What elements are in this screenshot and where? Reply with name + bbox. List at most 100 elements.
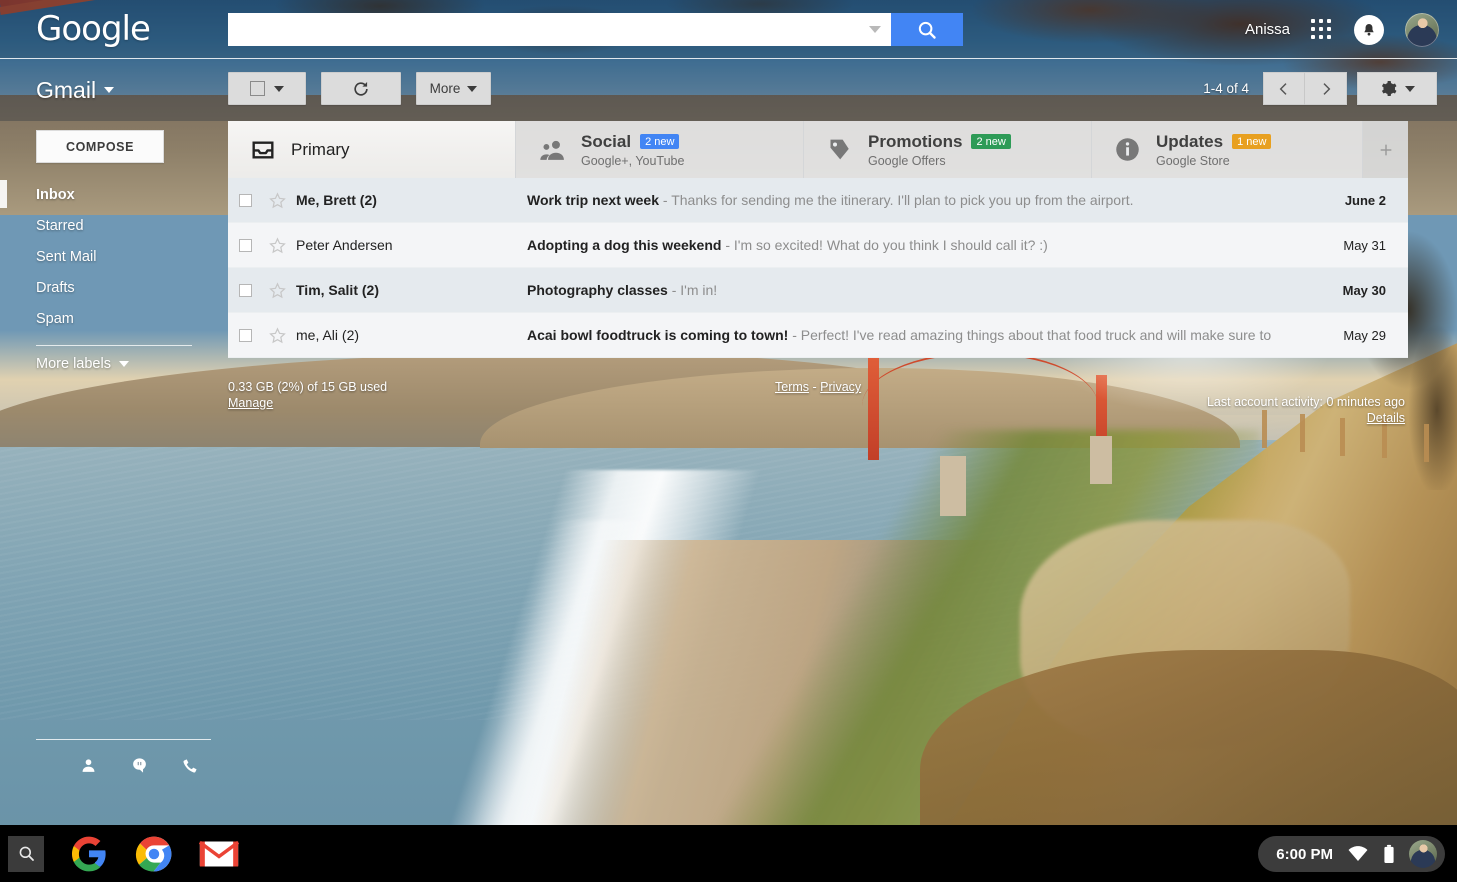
tab-updates[interactable]: Updates 1 new Google Store [1092,121,1363,178]
table-row[interactable]: Me, Brett (2) Work trip next week - Than… [228,178,1408,223]
hangouts-panel [36,739,211,779]
avatar[interactable] [1405,12,1439,47]
tab-text-promotions: Promotions 2 new Google Offers [868,132,1011,168]
settings-button[interactable] [1357,72,1437,105]
sidebar-item-starred[interactable]: Starred [0,210,228,241]
footer-separator: - [812,380,817,394]
row-checkbox[interactable] [238,238,252,252]
email-sender: Peter Andersen [296,237,393,253]
terms-link[interactable]: Terms [775,380,809,394]
row-checkbox[interactable] [238,193,252,207]
privacy-link[interactable]: Privacy [820,380,861,394]
gmail-title-dropdown[interactable]: Gmail [36,77,115,104]
next-page-button[interactable] [1305,72,1347,105]
chrome-icon [135,836,172,871]
chevron-down-icon [104,87,115,93]
sidebar-item-label: Spam [36,310,74,327]
chevron-down-icon [1405,85,1415,92]
person-icon[interactable] [80,757,97,779]
row-checkbox[interactable] [238,283,252,297]
email-message: Work trip next week - Thanks for sending… [527,192,1310,208]
tab-promotions[interactable]: Promotions 2 new Google Offers [804,121,1092,178]
sidebar-nav-list: Inbox Starred Sent Mail Drafts Spam [0,179,228,334]
sidebar-item-label: Starred [36,217,84,234]
star-icon[interactable] [262,236,292,254]
storage-footer: 0.33 GB (2%) of 15 GB used Manage [228,380,387,411]
tab-text-social: Social 2 new Google+, YouTube [581,132,684,168]
account-activity-footer: Last account activity: 0 minutes ago Det… [1207,394,1405,427]
account-name: Anissa [1244,21,1290,38]
email-date: May 29 [1343,327,1386,343]
google-g-icon [71,836,106,871]
more-labels-button[interactable]: More labels [0,356,228,372]
tab-label: Updates [1156,131,1224,151]
chevron-left-icon [1279,82,1287,95]
last-activity-text: Last account activity: 0 minutes ago [1206,395,1405,409]
mail-area: Primary Social 2 new Google+, YouTube Pr… [228,121,1408,358]
chevron-down-icon [118,361,129,367]
hangouts-divider [36,739,211,740]
tab-social[interactable]: Social 2 new Google+, YouTube [516,121,804,178]
table-row[interactable]: Tim, Salit (2) Photography classes - I'm… [228,268,1408,313]
select-all-button[interactable] [228,72,306,105]
taskbar-item-gmail[interactable] [199,834,239,882]
battery-icon [1384,844,1394,863]
taskbar-search-button[interactable] [8,835,44,872]
taskbar-app-row [69,834,239,882]
sidebar-item-label: Inbox [36,186,75,203]
sidebar-item-sent-mail[interactable]: Sent Mail [0,241,228,272]
info-icon [1116,138,1139,161]
manage-storage-link[interactable]: Manage [228,396,273,410]
row-checkbox[interactable] [238,328,252,342]
sidebar-item-drafts[interactable]: Drafts [0,272,228,303]
tab-text-primary: Primary [291,140,350,160]
table-row[interactable]: me, Ali (2) Acai bowl foodtruck is comin… [228,313,1408,358]
tag-icon [830,139,849,160]
activity-details-link[interactable]: Details [1367,411,1405,425]
sidebar-item-label: Sent Mail [36,248,97,265]
tab-label: Social [581,131,632,151]
bell-glyph [1364,23,1374,36]
google-logo: Google [36,9,151,49]
star-icon[interactable] [262,326,292,344]
sidebar-item-label: Drafts [36,279,75,296]
chevron-down-icon[interactable] [869,26,881,33]
taskbar-item-google-search[interactable] [69,834,109,874]
search-button[interactable] [891,13,963,46]
star-icon[interactable] [262,281,292,299]
prev-page-button[interactable] [1263,72,1305,105]
phone-icon[interactable] [182,757,199,779]
refresh-button[interactable] [321,72,401,105]
mail-toolbar: More [228,72,491,105]
tab-badge: 2 new [971,134,1011,149]
search-bar [228,13,963,46]
email-preview: - Thanks for sending me the itinerary. I… [659,192,1134,208]
refresh-icon [354,81,368,96]
star-icon[interactable] [262,191,292,209]
taskbar: 6:00 PM [0,825,1457,882]
tab-sublabel: Google+, YouTube [581,153,685,168]
top-header-bar: Google Anissa [0,0,1457,59]
avatar[interactable] [1409,840,1437,868]
plus-icon [1380,144,1391,155]
email-date: May 30 [1342,282,1386,298]
table-row[interactable]: Peter Andersen Adopting a dog this weeke… [228,223,1408,268]
sidebar-item-inbox[interactable]: Inbox [0,179,228,210]
compose-button[interactable]: COMPOSE [36,130,164,163]
add-tab-button[interactable] [1363,121,1408,178]
sidebar-item-spam[interactable]: Spam [0,303,228,334]
inbox-tray-icon [252,140,274,159]
search-input[interactable] [228,14,858,45]
email-list: Me, Brett (2) Work trip next week - Than… [228,178,1408,358]
gear-icon [1381,81,1397,96]
system-tray[interactable]: 6:00 PM [1258,836,1445,872]
bell-icon[interactable] [1354,14,1384,45]
email-preview: - I'm so excited! What do you think I sh… [721,237,1048,253]
people-icon [540,140,564,160]
hangouts-icon-row [36,757,211,779]
taskbar-item-chrome[interactable] [134,834,174,874]
apps-grid-icon[interactable] [1311,18,1333,41]
chat-bubble-icon[interactable] [131,757,148,779]
tab-primary[interactable]: Primary [228,121,516,178]
more-button[interactable]: More [416,72,491,105]
